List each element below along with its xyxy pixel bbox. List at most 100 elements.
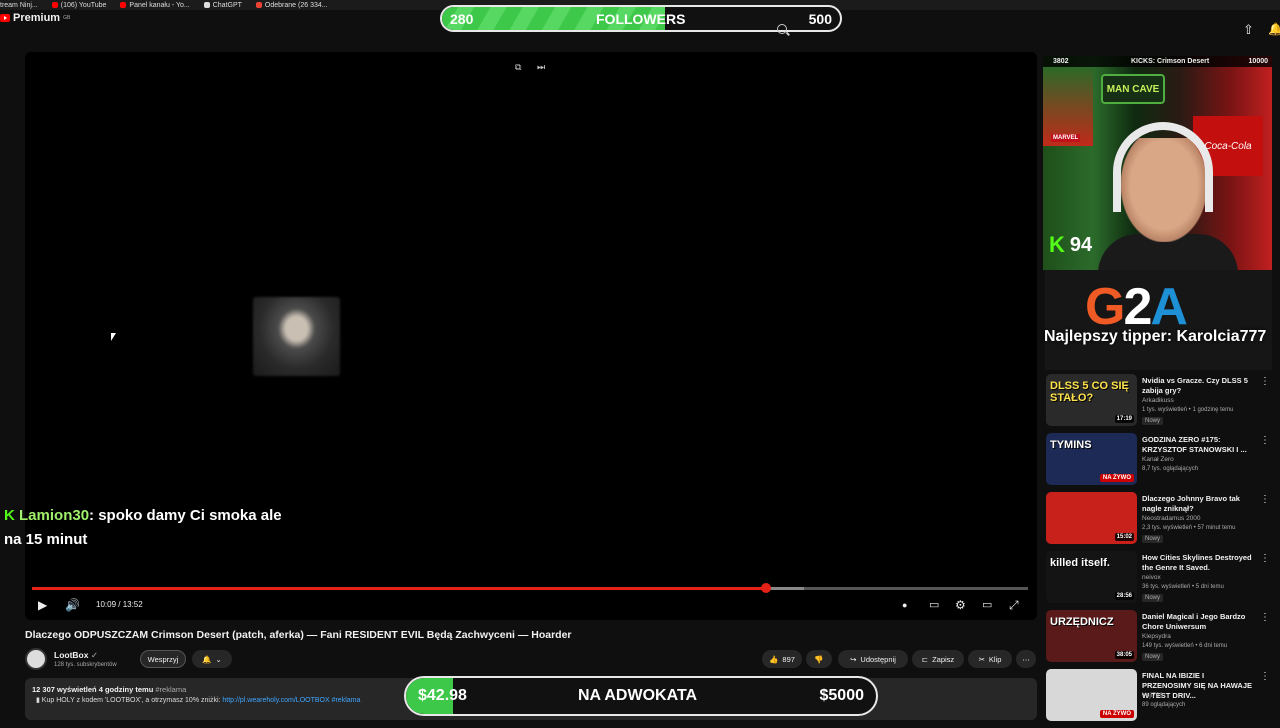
duration-badge: 38:05	[1114, 651, 1134, 659]
miniplayer-icon[interactable]: ⧉	[515, 62, 525, 72]
subscribe-bell-button[interactable]: 🔔 ⌄	[192, 650, 232, 668]
bookmark-item[interactable]: (106) YouTube	[51, 1, 107, 9]
recommendation-thumbnail[interactable]: DLSS 5 CO SIĘ STAŁO? 17:19	[1046, 374, 1137, 426]
recommendation-title[interactable]: GODZINA ZERO #175: KRZYSZTOF STANOWSKI I…	[1142, 435, 1254, 455]
recommendation-item[interactable]: killed itself. 28:56 How Cities Skylines D…	[1046, 551, 1274, 610]
description-link[interactable]: http://pl.weareholy.com/LOOTBOX #reklama	[222, 697, 360, 704]
channel-avatar[interactable]	[25, 648, 47, 670]
followers-current: 280	[450, 11, 474, 27]
recommendation-channel[interactable]: neivox	[1142, 574, 1161, 581]
recommendation-item[interactable]: URZĘDNICZ 38:05 Daniel Magical i Jego Bard…	[1046, 610, 1274, 669]
recommendation-channel[interactable]: Neostradamus 2000	[1142, 515, 1201, 522]
search-icon[interactable]	[777, 24, 787, 34]
recommendation-thumbnail[interactable]: TYMINS NA ŻYWO	[1046, 433, 1137, 485]
progress-played	[32, 587, 767, 590]
recommendation-thumbnail[interactable]: killed itself. 28:56	[1046, 551, 1137, 603]
recommendation-item[interactable]: DLSS 5 CO SIĘ STAŁO? 17:19 Nvidia vs Gracz…	[1046, 374, 1274, 433]
volume-icon[interactable]: 🔊	[65, 598, 80, 612]
new-badge: Nowy	[1142, 535, 1164, 543]
youtube-play-icon	[0, 14, 10, 22]
headset-icon	[1113, 122, 1213, 212]
bookmark-item[interactable]: tream Ninj...	[0, 2, 38, 9]
donation-current: $42.98	[418, 687, 467, 704]
recommendation-title[interactable]: Dlaczego Johnny Bravo tak nagle zniknął?	[1142, 494, 1254, 514]
more-options-icon[interactable]: ⋮	[1260, 376, 1270, 387]
recommendation-meta: 89 oglądających	[1142, 702, 1186, 708]
play-icon[interactable]: ▶	[38, 598, 47, 612]
recommendation-channel[interactable]: Yoji720	[1142, 692, 1163, 699]
recommendation-channel[interactable]: Kanał Zero	[1142, 456, 1174, 463]
scissors-icon: ✂	[978, 654, 985, 664]
channel-name[interactable]: LootBox ✓	[54, 650, 98, 661]
recommendation-meta: 8,7 tys. oglądających	[1142, 466, 1199, 472]
donation-goal-bar: $42.98 NA ADWOKATA $5000	[404, 676, 878, 716]
recommendation-item[interactable]: TYMINS NA ŻYWO GODZINA ZERO #175: KRZYSZTO…	[1046, 433, 1274, 492]
dislike-button[interactable]: 👎	[806, 650, 832, 668]
subtitles-icon[interactable]: ▭	[929, 598, 939, 611]
bookmark-item[interactable]: Panel kanału - Yo...	[120, 2, 190, 9]
share-button[interactable]: ↪ Udostępnij	[838, 650, 908, 668]
recommendation-item[interactable]: NA ŻYWO FINAL NA IBIZIE I PRZENOSIMY SIĘ …	[1046, 669, 1274, 728]
progress-bar[interactable]	[32, 583, 1028, 593]
more-options-icon[interactable]: ⋮	[1260, 494, 1270, 505]
join-button[interactable]: Wesprzyj	[140, 650, 186, 668]
share-icon: ↪	[850, 654, 857, 664]
recommendation-thumbnail[interactable]: URZĘDNICZ 38:05	[1046, 610, 1137, 662]
video-frame-person	[253, 297, 340, 376]
recommendation-thumbnail[interactable]: 15:02	[1046, 492, 1137, 544]
bookmark-favicon-icon	[255, 2, 262, 8]
bookmark-icon: ⊏	[921, 654, 929, 664]
bookmark-label: tream Ninj...	[0, 1, 38, 9]
create-upload-icon[interactable]: ⇧	[1243, 22, 1254, 38]
save-button[interactable]: ⊏ Zapisz	[912, 650, 964, 668]
recommendation-meta: 1 tys. wyświetleń • 1 godzinę temu	[1142, 407, 1234, 413]
recommendation-channel[interactable]: Arkadikuss	[1142, 397, 1174, 404]
recommendation-thumbnail[interactable]: NA ŻYWO	[1046, 669, 1137, 721]
bookmark-item[interactable]: Odebrane (26 334...	[255, 1, 328, 9]
youtube-logo[interactable]: Premium GB	[0, 12, 70, 24]
kick-viewer-count: K 94	[1049, 232, 1093, 257]
recommendation-item[interactable]: 15:02 Dlaczego Johnny Bravo tak nagle zni…	[1046, 492, 1274, 551]
bell-icon: 🔔	[202, 654, 212, 664]
more-options-icon[interactable]: ⋮	[1260, 671, 1270, 682]
thumbs-down-icon: 👎	[814, 654, 824, 664]
chat-overlay: K Lamion30: spoko damy Ci smoka ale na 1…	[4, 504, 282, 552]
new-badge: Nowy	[1142, 653, 1164, 661]
bookmark-label: Odebrane (26 334...	[264, 1, 328, 9]
more-options-icon[interactable]: ⋮	[1260, 612, 1270, 623]
live-badge: NA ŻYWO	[1099, 710, 1134, 718]
like-button[interactable]: 👍 897	[762, 650, 802, 668]
progress-scrubber[interactable]	[761, 583, 772, 593]
g2a-logo: G2A	[1085, 278, 1188, 336]
theater-mode-icon[interactable]: ▭	[982, 598, 992, 611]
bookmark-favicon-icon	[51, 2, 58, 8]
recommendation-channel[interactable]: Klepsydra	[1142, 633, 1171, 640]
recommendation-title[interactable]: Nvidia vs Gracze. Czy DLSS 5 zabija gry?	[1142, 376, 1254, 396]
clip-button[interactable]: ✂ Klip	[968, 650, 1012, 668]
notifications-bell-icon[interactable]: 🔔	[1268, 22, 1280, 36]
autoplay-icon[interactable]: ⏭	[537, 62, 547, 72]
bookmark-item[interactable]: ChatGPT	[203, 1, 242, 9]
bookmark-label: ChatGPT	[212, 1, 242, 9]
top-tipper: Najlepszy tipper: Karolcia777	[1044, 328, 1267, 345]
recommendation-title[interactable]: How Cities Skylines Destroyed the Genre …	[1142, 553, 1254, 573]
more-actions-button[interactable]: ⋯	[1016, 650, 1036, 668]
donation-label: NA ADWOKATA	[578, 687, 698, 704]
more-options-icon[interactable]: ⋮	[1260, 435, 1270, 446]
chat-message-line1: : spoko damy Ci smoka ale	[89, 507, 282, 524]
streamer-webcam: MARVEL MAN CAVE Coca-Cola 3802 KICKS: Cr…	[1043, 56, 1272, 270]
thumbnail-text: killed itself.	[1050, 557, 1110, 569]
autoplay-toggle-icon[interactable]: ●	[902, 600, 907, 610]
fullscreen-icon[interactable]: ⤢	[1009, 598, 1019, 613]
mouse-cursor-icon	[111, 333, 116, 341]
followers-target: 500	[808, 11, 832, 27]
recommendation-meta: 36 tys. wyświetleń • 5 dni temu	[1142, 584, 1224, 590]
thumbs-up-icon: 👍	[769, 654, 779, 664]
bookmark-favicon-icon	[120, 2, 127, 8]
channel-subscribers: 128 tys. subskrybentów	[54, 662, 117, 668]
live-badge: NA ŻYWO	[1099, 474, 1134, 482]
bookmark-label: (106) YouTube	[60, 1, 107, 9]
more-options-icon[interactable]: ⋮	[1260, 553, 1270, 564]
settings-gear-icon[interactable]: ⚙	[955, 598, 966, 612]
recommendation-title[interactable]: Daniel Magical i Jego Bardzo Chore Uniwe…	[1142, 612, 1254, 632]
